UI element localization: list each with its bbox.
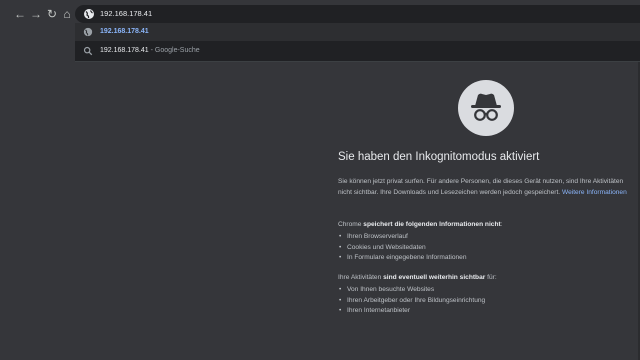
not-saved-suffix: : <box>500 221 503 228</box>
address-input[interactable] <box>100 5 400 23</box>
not-saved-heading: Chrome speichert die folgenden Informati… <box>338 220 636 231</box>
list-item: Ihren Internetanbieter <box>338 306 485 317</box>
learn-more-link[interactable]: Weitere Informationen <box>562 189 627 196</box>
suggestion-search-text: 192.168.178.41 - Google-Suche <box>100 42 200 60</box>
intro-paragraph: Sie können jetzt privat surfen. Für ande… <box>338 177 636 198</box>
not-saved-prefix: Chrome <box>338 221 364 228</box>
visible-bold: sind eventuell weiterhin sichtbar <box>383 274 486 281</box>
not-saved-bold: speichert die folgenden Informationen ni… <box>363 221 501 228</box>
suggestion-search-query: 192.168.178.41 <box>100 47 149 54</box>
page-title: Sie haben den Inkognitomodus aktiviert <box>338 151 540 163</box>
suggestion-url[interactable]: 192.168.178.41 <box>75 23 640 41</box>
incognito-icon <box>458 80 514 136</box>
globe-icon <box>83 27 93 37</box>
list-item: Ihren Browserverlauf <box>338 232 467 243</box>
list-item: In Formulare eingegebene Informationen <box>338 253 467 264</box>
not-saved-list: Ihren Browserverlauf Cookies und Website… <box>338 232 467 264</box>
address-bar[interactable] <box>75 5 640 23</box>
list-item: Von Ihnen besuchte Websites <box>338 285 485 296</box>
reload-icon[interactable]: ↻ <box>45 6 59 22</box>
visible-prefix: Ihre Aktivitäten <box>338 274 384 281</box>
visible-suffix: für: <box>485 274 497 281</box>
back-icon[interactable]: ← <box>13 6 27 22</box>
list-item: Ihren Arbeitgeber oder Ihre Bildungseinr… <box>338 296 485 307</box>
suggestion-search[interactable]: 192.168.178.41 - Google-Suche <box>75 42 640 60</box>
visible-heading: Ihre Aktivitäten sind eventuell weiterhi… <box>338 273 636 284</box>
search-icon <box>83 46 93 56</box>
globe-icon <box>84 9 94 19</box>
forward-icon[interactable]: → <box>29 6 43 22</box>
list-item: Cookies und Websitedaten <box>338 243 467 254</box>
omnibox-suggestions: 192.168.178.41 192.168.178.41 - Google-S… <box>75 23 640 62</box>
suggestion-url-text: 192.168.178.41 <box>100 28 149 35</box>
home-icon[interactable]: ⌂ <box>60 6 74 22</box>
incognito-page <box>0 62 640 360</box>
visible-list: Von Ihnen besuchte Websites Ihren Arbeit… <box>338 285 485 317</box>
suggestion-search-suffix: - Google-Suche <box>150 47 200 54</box>
